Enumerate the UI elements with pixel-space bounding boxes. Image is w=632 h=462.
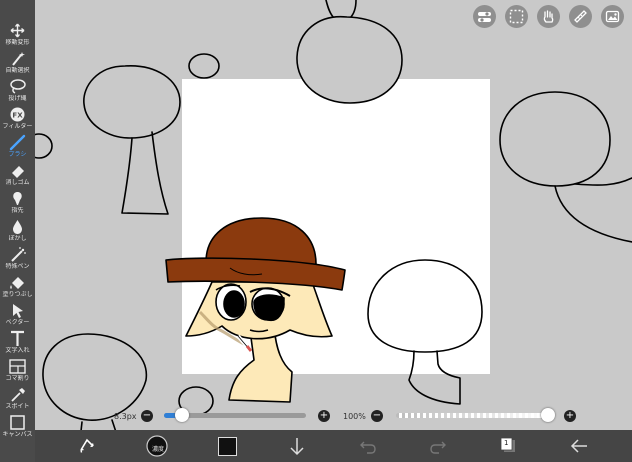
tool-blur[interactable]: ぼかし	[0, 218, 35, 246]
tool-label: 自動選択	[5, 67, 30, 74]
tool-label: フィルター	[2, 123, 33, 130]
undo-icon	[360, 441, 376, 454]
redo-button[interactable]	[427, 430, 449, 462]
toggle-icon	[478, 12, 491, 22]
tool-special-pen[interactable]: 特殊ペン	[0, 246, 35, 274]
smudge-icon	[13, 192, 22, 205]
tool-label: 文字入れ	[5, 347, 30, 354]
opacity-slider-fill	[396, 413, 548, 418]
tool-lasso[interactable]: 投げ縄	[0, 78, 35, 106]
tool-vector[interactable]: ベクター	[0, 302, 35, 330]
fx-icon: FX	[10, 107, 25, 122]
transform-rotate-button[interactable]	[75, 430, 99, 462]
tool-label: 指先	[11, 207, 24, 214]
ruler-icon	[574, 10, 587, 23]
tool-filter[interactable]: FX フィルター	[0, 106, 35, 134]
brush-density-label: 濃度	[152, 446, 165, 453]
plus-icon: +	[319, 410, 329, 421]
color-picker-button[interactable]	[217, 430, 237, 462]
plus-icon: +	[565, 410, 575, 421]
tool-smudge[interactable]: 指先	[0, 190, 35, 218]
brush-size-minus-button[interactable]: −	[141, 410, 153, 422]
eraser-icon	[12, 166, 24, 178]
layers-button[interactable]: 1	[497, 430, 519, 462]
tool-label: コマ割り	[5, 375, 30, 382]
opacity-minus-button[interactable]: −	[371, 410, 383, 422]
vector-arrow-icon	[13, 304, 23, 318]
opacity-slider[interactable]	[396, 408, 555, 422]
tool-frame-divide[interactable]: コマ割り	[0, 358, 35, 386]
bottom-action-bar: 濃度 1	[35, 430, 632, 462]
tool-label: 消しゴム	[5, 179, 30, 186]
tool-label: キャンバス	[2, 431, 33, 438]
lasso-icon	[10, 79, 26, 94]
tool-eyedropper[interactable]: スポイト	[0, 386, 35, 414]
minus-icon: −	[372, 410, 382, 421]
opacity-value: 100%	[343, 412, 366, 421]
fill-bucket-icon	[10, 277, 24, 289]
image-icon	[605, 10, 620, 23]
canvas-icon	[10, 415, 25, 430]
layer-count: 1	[504, 439, 509, 447]
tool-label: 特殊ペン	[5, 263, 30, 270]
ibis-paint-app: 8.3px − + 100% − + 移動変形 自動選択 投げ縄 FX フィルタ…	[0, 0, 632, 462]
drawing-canvas-area[interactable]: 8.3px − + 100% − +	[35, 0, 632, 430]
selection-dashed-icon	[509, 9, 524, 24]
brush-size-slider[interactable]	[164, 408, 306, 422]
minus-icon: −	[142, 410, 152, 421]
tool-sidebar: 移動変形 自動選択 投げ縄 FX フィルター ブラシ 消しゴム 指先 ぼかし 特…	[0, 0, 35, 462]
tool-move-transform[interactable]: 移動変形	[0, 22, 35, 50]
special-pen-icon	[11, 247, 26, 262]
tool-label: 移動変形	[5, 39, 30, 46]
eyedropper-icon	[11, 388, 25, 402]
frame-divide-icon	[9, 359, 26, 374]
hand-tool-button[interactable]	[537, 5, 560, 28]
back-button[interactable]	[567, 430, 591, 462]
tool-label: 塗りつぶし	[2, 291, 33, 298]
tool-label: ブラシ	[8, 151, 27, 158]
tool-magic-wand[interactable]: 自動選択	[0, 50, 35, 78]
brush-icon	[9, 134, 26, 151]
drawing-canvas[interactable]	[35, 0, 632, 430]
blur-drop-icon	[13, 220, 22, 234]
tool-label: ぼかし	[8, 235, 27, 242]
move-icon	[10, 23, 25, 38]
opacity-plus-button[interactable]: +	[564, 410, 576, 422]
tool-text[interactable]: 文字入れ	[0, 330, 35, 358]
layer-settings-button[interactable]	[473, 5, 496, 28]
brush-preview-button[interactable]: 濃度	[144, 430, 170, 462]
tool-label: ベクター	[5, 319, 30, 326]
tool-canvas[interactable]: キャンバス	[0, 414, 35, 442]
svg-text:FX: FX	[12, 112, 23, 120]
download-button[interactable]	[286, 430, 308, 462]
selection-button[interactable]	[505, 5, 528, 28]
ruler-button[interactable]	[569, 5, 592, 28]
text-icon	[11, 330, 24, 346]
tool-fill[interactable]: 塗りつぶし	[0, 274, 35, 302]
rotate-arrows-icon	[80, 438, 94, 453]
tool-label: スポイト	[5, 403, 30, 410]
hand-icon	[543, 10, 554, 23]
brush-size-plus-button[interactable]: +	[318, 410, 330, 422]
tool-eraser[interactable]: 消しゴム	[0, 162, 35, 190]
tool-brush[interactable]: ブラシ	[0, 134, 35, 162]
redo-icon	[430, 441, 446, 454]
opacity-slider-thumb[interactable]	[541, 408, 555, 422]
brush-size-value: 8.3px	[114, 412, 137, 421]
current-color-swatch	[218, 437, 237, 456]
tool-label: 投げ縄	[8, 95, 27, 102]
undo-button[interactable]	[357, 430, 379, 462]
arrow-down-icon	[290, 438, 304, 456]
arrow-left-icon	[570, 439, 587, 453]
image-material-button[interactable]	[601, 5, 624, 28]
magic-wand-icon	[12, 52, 25, 66]
